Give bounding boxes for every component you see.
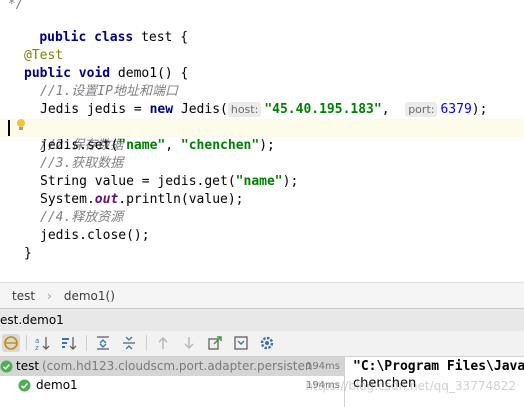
tree-row-test-class[interactable]: test (com.hd123.cloudscm.port.adapter.pe… (0, 357, 344, 376)
test-class-duration: 194ms (305, 361, 340, 372)
settings-icon[interactable] (258, 334, 276, 352)
code-line-close-brace: } (24, 246, 32, 261)
code-editor[interactable]: */ public class test { @Test public void… (0, 0, 524, 282)
method-signature: demo1() { (110, 66, 189, 81)
code-line-annotation: @Test (24, 48, 64, 63)
run-history-icon[interactable] (2, 334, 20, 352)
expand-all-icon[interactable] (94, 334, 112, 352)
test-passed-icon (0, 360, 13, 373)
param-hint-port: port: (405, 102, 438, 117)
number-port-value: 6379 (440, 102, 472, 117)
test-class-package: (com.hd123.cloudscm.port.adapter.persist… (42, 359, 313, 373)
code-line-comment-4: //4.释放资源 (40, 210, 124, 225)
code-line-method-decl: public void demo1() { (0, 65, 524, 83)
next-test-icon[interactable] (180, 334, 198, 352)
code-line-current: //2.保存数据 (0, 119, 524, 153)
code-text: ); (259, 138, 275, 153)
code-text: , (381, 102, 406, 117)
breadcrumb-item-class[interactable]: test (12, 289, 35, 303)
code-line-class-decl: public class test { (0, 11, 524, 45)
code-text: .println(value); (118, 192, 244, 207)
breadcrumb-separator-icon: › (47, 289, 52, 303)
keyword-public: public (24, 66, 71, 81)
import-icon[interactable] (232, 334, 250, 352)
code-line-get-call: String value = jedis.get("name"); (0, 173, 524, 191)
console-line-command: "C:\Program Files\Java (353, 359, 524, 374)
sort-duration-icon[interactable] (60, 334, 78, 352)
keyword-void: void (78, 66, 111, 81)
code-text: Jedis( (173, 102, 228, 117)
param-hint-host: host: (227, 102, 262, 117)
code-text: jedis.set( (40, 138, 119, 153)
export-icon[interactable] (206, 334, 224, 352)
keyword-new: new (149, 102, 174, 117)
collapse-all-icon[interactable] (120, 334, 138, 352)
keyword-public: public (39, 30, 87, 45)
intention-bulb-icon[interactable] (16, 118, 26, 132)
run-config-title: est.demo1 (0, 313, 64, 327)
code-line-comment-1: //1.设置IP地址和端口 (40, 84, 178, 99)
test-runner-toolbar: az (0, 331, 524, 357)
code-line-println: System.out.println(value); (0, 191, 524, 209)
code-line-set-call: jedis.set("name", "chenchen"); (0, 137, 524, 155)
test-results-tree: test (com.hd123.cloudscm.port.adapter.pe… (0, 357, 345, 407)
string-value: "chenchen" (180, 138, 260, 153)
keyword-class: class (94, 30, 134, 45)
code-text: Jedis jedis = (40, 102, 150, 117)
code-text: , (165, 138, 181, 153)
breadcrumb: test › demo1() (0, 282, 524, 309)
run-tab-header[interactable]: est.demo1 (0, 308, 524, 332)
class-name: test { (133, 30, 189, 45)
code-line-comment-3: //3.获取数据 (40, 156, 124, 171)
watermark-text: https://blog.csdn.net/qq_33774822 (305, 379, 516, 393)
static-field-out: out (94, 192, 119, 207)
code-line-jedis-decl: Jedis jedis = new Jedis(host: "45.40.195.… (0, 101, 524, 119)
test-method-name: demo1 (36, 378, 78, 392)
string-key: "name" (235, 174, 283, 189)
test-passed-icon (18, 379, 31, 392)
code-text: String value = jedis.get( (40, 174, 236, 189)
string-key: "name" (118, 138, 166, 153)
svg-text:z: z (35, 344, 39, 352)
tree-row-test-method[interactable]: demo1 194ms (0, 376, 344, 395)
code-text: ); (471, 102, 488, 117)
text-caret (8, 120, 10, 136)
code-text: System. (40, 192, 95, 207)
code-line-close-call: jedis.close(); (40, 228, 150, 243)
code-text: ); (282, 174, 299, 189)
string-host-value: "45.40.195.183" (264, 102, 382, 117)
breadcrumb-item-method[interactable]: demo1() (64, 289, 115, 303)
previous-test-icon[interactable] (154, 334, 172, 352)
test-class-name: test (16, 359, 40, 373)
sort-alpha-icon[interactable]: az (34, 334, 52, 352)
